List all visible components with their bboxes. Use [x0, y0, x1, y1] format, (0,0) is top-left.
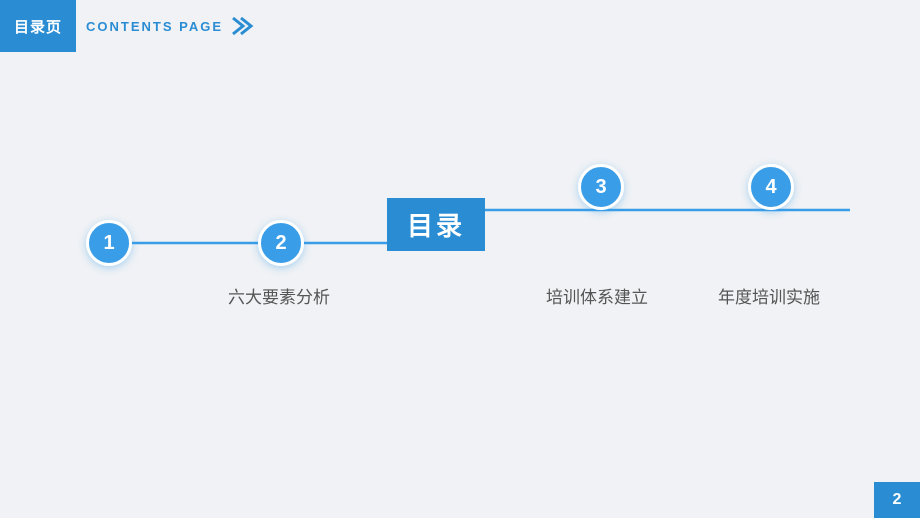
mulu-box: 目录 — [387, 198, 485, 251]
header-chinese-title: 目录页 — [0, 0, 76, 52]
header-bar: 目录页 CONTENTS PAGE — [0, 0, 310, 52]
header-arrow-icon — [229, 12, 257, 40]
node-1: 1 — [86, 220, 132, 266]
timeline-container: 目录 1 2 3 4 六大要素分析 培训体系建立 年度培训实施 — [0, 140, 920, 340]
label-node4: 年度培训实施 — [718, 283, 820, 308]
label-node3: 培训体系建立 — [546, 283, 648, 308]
node-2: 2 — [258, 220, 304, 266]
page-number: 2 — [874, 482, 920, 518]
node-3: 3 — [578, 164, 624, 210]
label-node2: 六大要素分析 — [228, 283, 330, 308]
node-4: 4 — [748, 164, 794, 210]
header-english-title: CONTENTS PAGE — [86, 19, 223, 34]
